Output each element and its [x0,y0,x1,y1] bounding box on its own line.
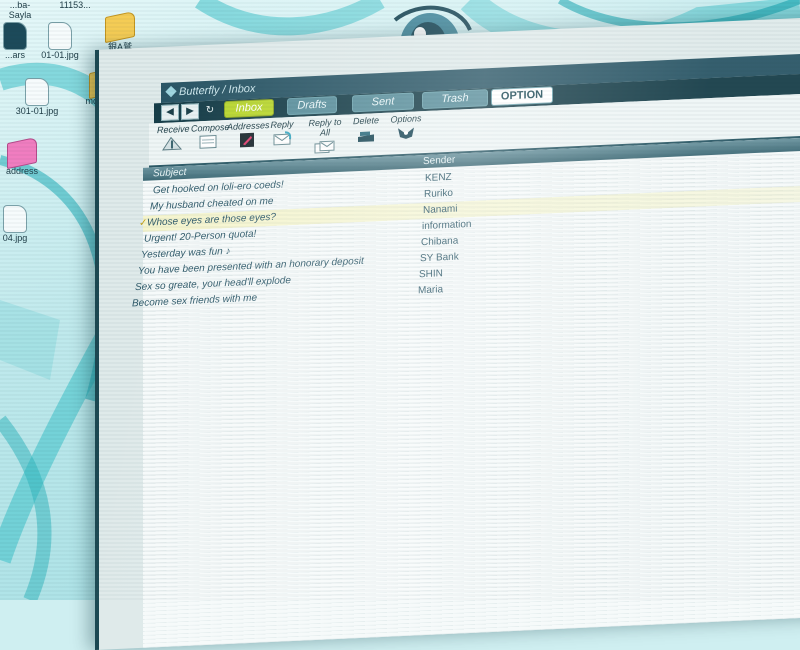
refresh-button[interactable]: ↻ [201,102,219,119]
tab-label: Drafts [297,98,327,112]
desktop-icon-label: 301-01.jpg [15,106,59,116]
delete-icon [358,131,374,143]
refresh-icon: ↻ [205,104,215,116]
message-sender: Ruriko [424,187,453,201]
message-sender: SHIN [419,268,443,281]
folder-icon [7,136,37,170]
file-icon [3,205,27,233]
reply-all-button[interactable]: Reply to All [305,117,345,156]
toolbar-label: Compose [191,121,230,134]
desktop-icon-label: 11153... [59,0,91,10]
addresses-icon [240,132,254,148]
tab-label: Sent [371,95,395,109]
message-sender: Maria [418,284,444,297]
receive-icon [162,136,183,151]
desktop-icon[interactable]: 01-01.jpg [40,22,80,60]
compose-icon [199,134,217,149]
forward-icon: ▶ [186,105,194,117]
tab-label: Trash [441,92,469,106]
tab-drafts[interactable]: Drafts [287,96,337,116]
tab-sent[interactable]: Sent [352,92,414,113]
receive-button[interactable]: Receive [157,123,190,152]
desktop-icon[interactable]: ...ars [0,22,30,60]
back-button[interactable]: ◀ [161,104,179,122]
window-title: Butterfly / Inbox [179,82,256,99]
file-icon [48,22,72,50]
desktop-icon[interactable]: ...ba-Sayla [0,0,40,20]
butterfly-icon [165,85,177,98]
message-sender: SY Bank [420,251,459,265]
tab-label: Inbox [235,101,263,115]
desktop-icon-label: ...ars [4,50,25,60]
tab-inbox[interactable]: Inbox [224,98,274,119]
reply-button[interactable]: Reply [269,119,295,147]
reply-all-icon [314,140,335,154]
delete-button[interactable]: Delete [351,115,381,143]
desktop-icon[interactable]: 銀A鷲 [100,10,140,53]
toolbar-label: Reply [270,118,294,131]
message-sender: KENZ [425,171,452,185]
message-sender: Nanami [423,203,458,217]
compose-button[interactable]: Compose [191,122,230,151]
desktop-icon[interactable]: 11153... [55,0,95,10]
toolbar-label: Receive [157,123,190,136]
desktop-icon-label: ...ba-Sayla [8,0,32,20]
tab-trash[interactable]: Trash [422,89,488,110]
addresses-button[interactable]: Addresses [227,120,270,149]
file-icon [25,78,49,106]
tab-option[interactable]: OPTION [491,86,553,107]
toolbar-label: Addresses [227,120,270,133]
desktop-icon[interactable]: 301-01.jpg [14,78,60,116]
options-button[interactable]: Options [389,113,423,142]
desktop-icon[interactable]: 04.jpg [0,205,30,243]
back-icon: ◀ [166,106,174,118]
forward-button[interactable]: ▶ [181,103,199,121]
mail-window: Butterfly / Inbox ◀ ▶ ↻ Inbox Drafts Sen… [95,14,800,650]
column-sender[interactable]: Sender [423,154,455,168]
message-sender: Chibana [421,235,459,249]
desktop-icon[interactable]: address [0,136,44,176]
options-icon [398,127,414,139]
file-icon [3,22,27,50]
desktop-icon-label: 04.jpg [2,233,28,243]
toolbar-label: Options [390,113,422,125]
toolbar-label: Reply to All [308,116,342,138]
toolbar-label: Delete [352,115,379,127]
tab-label: OPTION [500,88,544,103]
folder-icon [105,10,135,44]
reply-icon [273,131,292,146]
desktop-icon-label: 01-01.jpg [41,50,79,60]
column-subject[interactable]: Subject [153,166,186,181]
